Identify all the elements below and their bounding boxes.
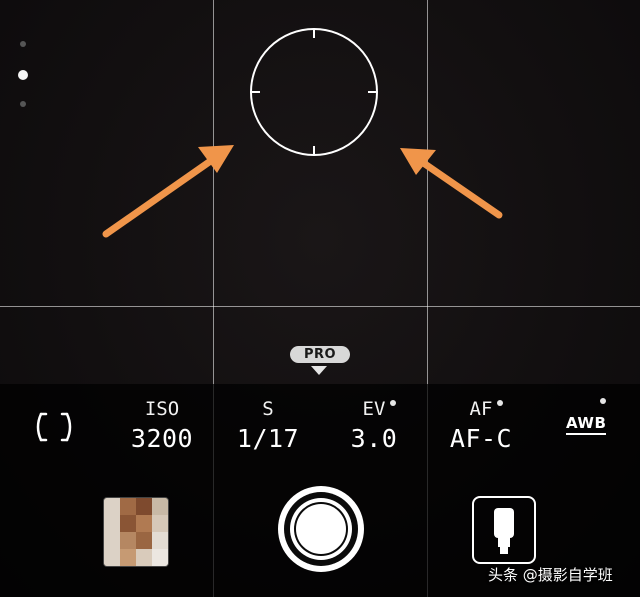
shutter-speed-value: 1/17 xyxy=(236,424,300,453)
af-control[interactable]: AF AF-C xyxy=(436,398,526,453)
watermark-text: 头条 @摄影自学班 xyxy=(488,566,613,584)
shutter-button-icon[interactable] xyxy=(276,484,366,574)
white-balance-control[interactable]: AWB xyxy=(566,414,607,435)
ev-control[interactable]: EV 3.0 xyxy=(334,398,414,453)
ev-label-wrap: EV xyxy=(362,398,397,420)
ev-label: EV xyxy=(362,398,386,420)
iso-value: 3200 xyxy=(130,424,194,453)
focus-circle-icon[interactable] xyxy=(250,28,378,156)
ev-indicator-dot xyxy=(390,400,397,406)
pro-panel-pointer-icon xyxy=(311,366,327,375)
shutter-speed-label: S xyxy=(262,398,274,420)
annotation-arrow-left xyxy=(102,145,234,238)
metering-center-weighted-icon[interactable] xyxy=(32,410,76,444)
pro-mode-badge[interactable]: PRO xyxy=(290,346,350,363)
mode-switch-button[interactable] xyxy=(472,496,536,564)
shutter-speed-control[interactable]: S 1/17 xyxy=(228,398,308,453)
gallery-thumbnail[interactable] xyxy=(103,497,169,567)
wb-indicator-dot xyxy=(600,398,606,404)
ev-value: 3.0 xyxy=(350,424,398,453)
af-indicator-dot xyxy=(497,400,504,406)
annotation-arrow-right xyxy=(400,148,503,219)
camera-viewfinder[interactable]: PRO ISO 3200 S 1/17 EV 3.0 AF AF-C AWB 头… xyxy=(0,0,640,597)
af-label: AF xyxy=(469,398,493,420)
af-value: AF-C xyxy=(449,424,513,453)
iso-control[interactable]: ISO 3200 xyxy=(122,398,202,453)
focus-overlay xyxy=(102,28,503,238)
iso-label: ISO xyxy=(144,398,180,420)
portrait-mode-icon xyxy=(494,508,514,554)
af-label-wrap: AF xyxy=(469,398,504,420)
